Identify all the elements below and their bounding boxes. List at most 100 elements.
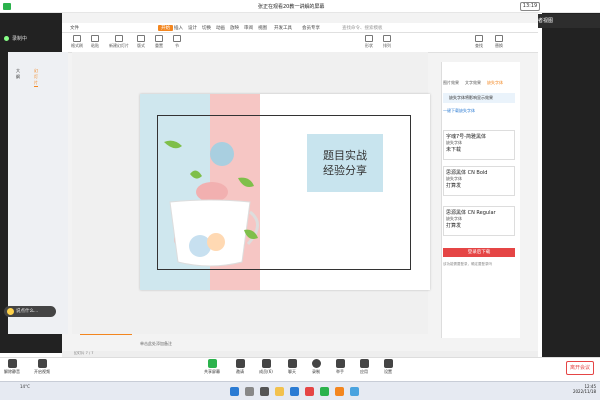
reset-button[interactable]: 重置	[152, 35, 166, 49]
leave-meeting-button[interactable]: 离开会议	[566, 361, 594, 375]
shape-button[interactable]: 形状	[362, 35, 376, 49]
share-screen-button[interactable]: 共享屏幕	[200, 359, 224, 375]
meeting-topbar: 张正在观看20教一讲解的屏幕 13:19	[0, 0, 600, 13]
login-download-button[interactable]: 登录后下载	[443, 248, 515, 257]
meeting-app-icon[interactable]	[350, 387, 359, 396]
font-name: 思源黑体 CN Regular	[446, 210, 496, 216]
apps-button[interactable]: 应用	[352, 359, 376, 375]
apps-icon	[359, 359, 369, 368]
reset-label: 重置	[155, 43, 163, 48]
download-missing-font-link[interactable]: 一键下载缺失字体	[443, 108, 475, 114]
tab-view[interactable]: 视图	[258, 25, 267, 31]
shape-icon	[365, 35, 373, 42]
tab-file[interactable]: 文件	[70, 25, 79, 31]
app-icon[interactable]	[335, 387, 344, 396]
file-explorer-icon[interactable]	[275, 387, 284, 396]
apps-label: 应用	[360, 369, 368, 374]
notice-text: 缺失字体将影响显示效果	[449, 95, 493, 100]
record-label: 录制	[312, 369, 320, 374]
settings-button[interactable]: 设置	[376, 359, 400, 375]
missing-font-notice: 缺失字体将影响显示效果	[443, 93, 515, 103]
brush-icon	[73, 35, 81, 42]
search-icon[interactable]	[245, 387, 254, 396]
tab-slideshow[interactable]: 放映	[230, 25, 239, 31]
tab-insert[interactable]: 插入	[174, 25, 183, 31]
invite-label: 邀请	[236, 369, 244, 374]
chat-button[interactable]: 聊天	[280, 359, 304, 375]
wechat-icon[interactable]	[320, 387, 329, 396]
edge-icon[interactable]	[290, 387, 299, 396]
record-icon	[311, 359, 321, 368]
font-card-1[interactable]: 字魂7号-简雅黑体 缺失字体 未下载	[443, 130, 515, 160]
tab-outline[interactable]: 大纲	[16, 68, 20, 80]
replace-icon	[495, 35, 503, 42]
section-button[interactable]: 节	[170, 35, 184, 49]
tab-picture-effect[interactable]: 图片效果	[443, 80, 459, 86]
font-sample: 未下载	[446, 147, 462, 153]
font-card-2[interactable]: 思源黑体 CN Bold 缺失字体 打算发	[443, 166, 515, 196]
camera-icon	[37, 359, 47, 368]
windows-taskbar: 14°C 12:45 2022/11/18	[0, 381, 600, 400]
slide-canvas[interactable]: 题目实战 经验分享	[140, 94, 430, 290]
video-button[interactable]: 开启视频	[30, 359, 54, 375]
panel-footer: 该功能需要登录，确定要登录吗	[443, 262, 492, 266]
emoji-icon	[7, 308, 14, 315]
slide-title-line2: 经验分享	[323, 164, 367, 177]
tab-home[interactable]: 开始	[158, 25, 173, 31]
missing-font-panel	[441, 62, 520, 338]
find-label: 查找	[475, 43, 483, 48]
macaron-cup-illustration	[164, 140, 259, 267]
tab-review[interactable]: 审阅	[244, 25, 253, 31]
find-button[interactable]: 查找	[472, 35, 486, 49]
new-slide-label: 新建幻灯片	[109, 43, 129, 48]
reset-icon	[155, 35, 163, 42]
tab-text-effect[interactable]: 文字效果	[465, 80, 481, 86]
clock-date: 2022/11/18	[572, 389, 596, 394]
video-label: 开启视频	[34, 369, 50, 374]
invite-button[interactable]: 邀请	[228, 359, 252, 375]
tab-animation[interactable]: 动画	[216, 25, 225, 31]
section-icon	[173, 35, 181, 42]
arrange-button[interactable]: 排列	[380, 35, 394, 49]
slide-title-box[interactable]: 题目实战 经验分享	[307, 134, 383, 192]
security-icon	[3, 3, 11, 10]
start-icon[interactable]	[230, 387, 239, 396]
font-card-3[interactable]: 思源黑体 CN Regular 缺失字体 打算发	[443, 206, 515, 236]
font-name: 思源黑体 CN Bold	[446, 170, 488, 176]
record-button[interactable]: 录制	[304, 359, 328, 375]
tab-developer[interactable]: 开发工具	[274, 25, 292, 31]
weather-widget[interactable]: 14°C	[20, 384, 30, 389]
slide-outline-panel	[8, 52, 68, 334]
chat-input-chip[interactable]: 说点什么...	[4, 306, 56, 317]
tab-member[interactable]: 会员专享	[302, 25, 320, 31]
task-view-icon[interactable]	[260, 387, 269, 396]
new-slide-button[interactable]: 新建幻灯片	[108, 35, 130, 49]
shape-label: 形状	[365, 43, 373, 48]
tab-slides[interactable]: 幻灯片	[34, 68, 38, 87]
notes-field[interactable]: 单击此处添加备注	[140, 341, 172, 347]
ribbon-tabs: 文件 开始 插入 设计 切换 动画 放映 审阅 视图 开发工具 会员专享 查找命…	[62, 23, 538, 33]
replace-button[interactable]: 替换	[492, 35, 506, 49]
meeting-time: 13:19	[520, 2, 540, 11]
paste-button[interactable]: 粘贴	[88, 35, 102, 49]
arrange-label: 排列	[383, 43, 391, 48]
font-sample: 打算发	[446, 183, 462, 189]
tab-transition[interactable]: 切换	[202, 25, 211, 31]
font-name: 字魂7号-简雅黑体	[446, 134, 486, 140]
layout-button[interactable]: 版式	[134, 35, 148, 49]
slide-title-line1: 题目实战	[323, 149, 367, 162]
chat-label: 聊天	[288, 369, 296, 374]
raise-hand-button[interactable]: 举手	[328, 359, 352, 375]
format-painter-label: 格式刷	[71, 43, 83, 48]
members-button[interactable]: 成员(6)	[254, 359, 278, 375]
search-input[interactable]: 查找命令、搜索模板	[342, 25, 383, 31]
system-clock[interactable]: 12:45 2022/11/18	[573, 384, 596, 394]
unmute-button[interactable]: 解除静音	[0, 359, 24, 375]
tab-design[interactable]: 设计	[188, 25, 197, 31]
tab-missing-font[interactable]: 缺失字体	[487, 80, 503, 86]
format-painter-button[interactable]: 格式刷	[70, 35, 84, 49]
wps-icon[interactable]	[305, 387, 314, 396]
leave-label: 离开会议	[569, 365, 590, 371]
microphone-icon	[7, 359, 17, 368]
layout-label: 版式	[137, 43, 145, 48]
